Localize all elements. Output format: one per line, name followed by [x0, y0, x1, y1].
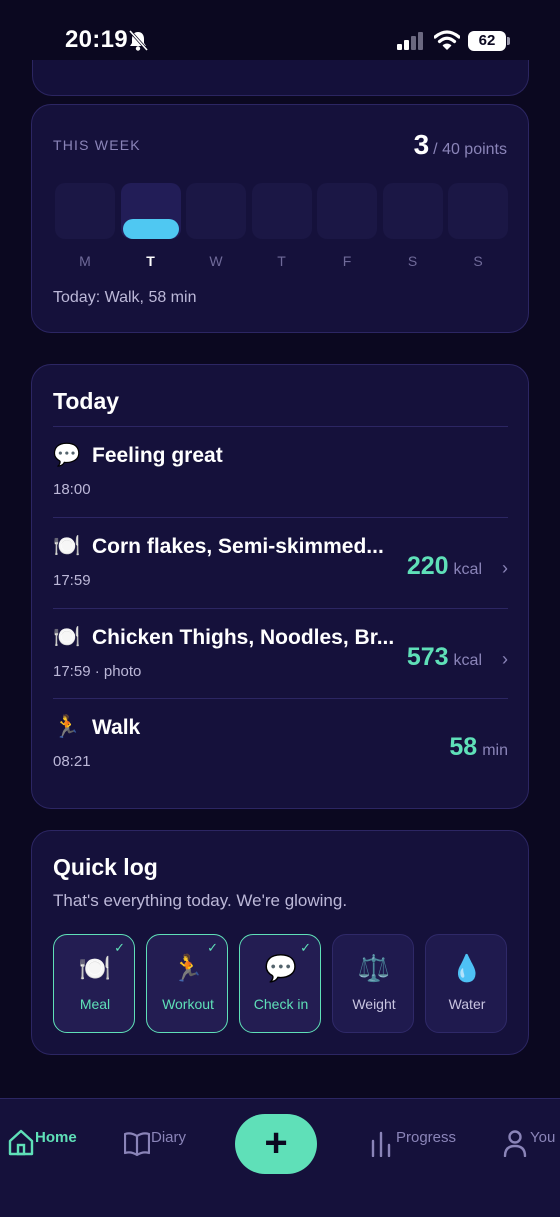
entry-time: 18:00: [53, 481, 91, 498]
quick-log-tile-label: Water: [448, 996, 486, 1012]
bar-chart-icon: [371, 1131, 391, 1157]
entry-value: 573 kcal ›: [407, 643, 508, 672]
entry-title: Chicken Thighs, Noodles, Br...: [92, 626, 395, 649]
add-entry-button[interactable]: +: [235, 1114, 317, 1174]
entry-value: 58 min: [449, 733, 508, 762]
entry-time: 17:59: [53, 572, 91, 589]
week-day: S: [382, 183, 443, 283]
nav-diary[interactable]: Diary: [124, 1127, 194, 1157]
today-summary: Today: Walk, 58 min: [53, 289, 197, 306]
week-day-letter: T: [277, 253, 286, 269]
week-day: T: [251, 183, 312, 283]
today-entry[interactable]: 🍽️ Corn flakes, Semi-skimmed... 17:59 220 kc…: [53, 517, 508, 607]
book-icon: [124, 1132, 150, 1157]
quick-log-title: Quick log: [53, 854, 158, 880]
week-day: T: [120, 183, 181, 283]
week-day-letter: T: [146, 253, 155, 269]
today-entry: 🏃 Walk 08:21 58 min: [53, 698, 508, 788]
nav-diary-label: Diary: [151, 1129, 187, 1146]
entry-time: 08:21: [53, 753, 91, 770]
status-time: 20:19: [65, 26, 128, 53]
entry-title: Walk: [92, 716, 141, 739]
week-day: F: [317, 183, 377, 283]
entry-value-number: 220: [406, 552, 449, 580]
wifi-icon: [434, 30, 460, 50]
scale-icon: ⚖️: [357, 953, 391, 983]
speech-bubble-icon: 💬: [264, 953, 298, 983]
week-day: M: [55, 183, 115, 283]
points-total: / 40 points: [433, 141, 507, 158]
cellular-signal-icon: [397, 32, 423, 50]
week-day-box: [186, 183, 246, 239]
entry-value: 220 kcal ›: [407, 552, 508, 581]
week-day-box: [382, 183, 443, 239]
nav-home[interactable]: Home: [8, 1127, 83, 1157]
this-week-label: THIS WEEK: [53, 137, 141, 153]
water-drop-icon: 💧: [450, 953, 484, 983]
week-day-letter: S: [407, 253, 418, 269]
chevron-right-icon[interactable]: ›: [488, 649, 508, 670]
quick-log-tile-label: Weight: [352, 996, 396, 1012]
battery-tip: [507, 37, 510, 45]
runner-icon: 🏃: [171, 953, 205, 983]
quick-log-card: Quick log That's everything today. We're…: [31, 830, 529, 1055]
week-day-box: [448, 183, 508, 239]
week-day-box: [55, 183, 115, 239]
runner-icon: 🏃: [53, 714, 81, 739]
battery-indicator: 62: [468, 31, 510, 51]
plate-icon: 🍽️: [53, 624, 81, 649]
entry-value-number: 573: [406, 643, 449, 671]
week-days: MTWTFSS: [55, 183, 508, 283]
points-value: 3: [413, 129, 430, 160]
quick-log-tile-label: Workout: [162, 996, 214, 1012]
this-week-card: THIS WEEK 3/ 40 points M T W T F S S Today: Wa…: [31, 104, 529, 333]
bottom-nav: Home Diary + Progress You: [0, 1098, 560, 1217]
week-day-letter: S: [473, 253, 483, 269]
week-day-box: [120, 183, 181, 239]
week-day: S: [448, 183, 508, 283]
nav-you[interactable]: You: [502, 1127, 558, 1157]
quick-log-meal-button[interactable]: ✓ 🍽️ Meal: [53, 934, 135, 1033]
entry-value-unit: kcal: [453, 561, 482, 578]
plate-icon: 🍽️: [53, 533, 81, 558]
today-title: Today: [53, 388, 120, 414]
week-day-progress-bar: [122, 219, 179, 239]
entry-value-number: 58: [449, 733, 478, 761]
quick-log-tile-label: Meal: [79, 996, 111, 1012]
quick-log-tile-label: Check in: [253, 996, 309, 1012]
quick-log-water-button[interactable]: 💧 Water: [425, 934, 507, 1033]
quick-log-weight-button[interactable]: ⚖️ Weight: [332, 934, 414, 1033]
speech-bubble-icon: 💬: [53, 442, 81, 467]
entry-title: Corn flakes, Semi-skimmed...: [92, 535, 384, 558]
week-day-letter: M: [79, 253, 91, 269]
home-screen: 20:19 62 THIS WEEK 3/ 40 points M T W T F S S: [0, 0, 560, 1217]
quick-log-workout-button[interactable]: ✓ 🏃 Workout: [146, 934, 228, 1033]
battery-level: 62: [468, 31, 506, 51]
nav-progress-label: Progress: [396, 1129, 457, 1146]
plate-icon: 🍽️: [78, 953, 112, 983]
week-day: W: [186, 183, 246, 283]
nav-progress[interactable]: Progress: [370, 1127, 460, 1157]
today-entry[interactable]: 🍽️ Chicken Thighs, Noodles, Br... 17:59 · …: [53, 608, 508, 698]
home-icon: [8, 1129, 34, 1156]
person-icon: [503, 1130, 527, 1157]
nav-you-label: You: [530, 1129, 556, 1146]
week-day-letter: F: [342, 253, 352, 269]
bell-off-icon: [128, 30, 148, 52]
week-day-letter: W: [209, 253, 223, 269]
week-day-box: [317, 183, 377, 239]
entry-value-unit: kcal: [453, 652, 482, 669]
entry-time: 17:59 · photo: [53, 663, 142, 680]
today-card: Today 💬 Feeling great 18:00 🍽️ Corn flakes, …: [31, 364, 529, 809]
today-entry: 💬 Feeling great 18:00: [53, 426, 508, 516]
points-summary: 3/ 40 points: [414, 129, 507, 161]
quick-log-subtitle: That's everything today. We're glowing.: [53, 891, 348, 910]
quick-log-check-in-button[interactable]: ✓ 💬 Check in: [239, 934, 321, 1033]
entry-value-unit: min: [482, 742, 508, 759]
nav-home-label: Home: [35, 1129, 77, 1146]
chevron-right-icon[interactable]: ›: [488, 558, 508, 579]
entry-title: Feeling great: [92, 444, 223, 467]
week-day-box: [251, 183, 312, 239]
previous-card: [32, 60, 529, 96]
